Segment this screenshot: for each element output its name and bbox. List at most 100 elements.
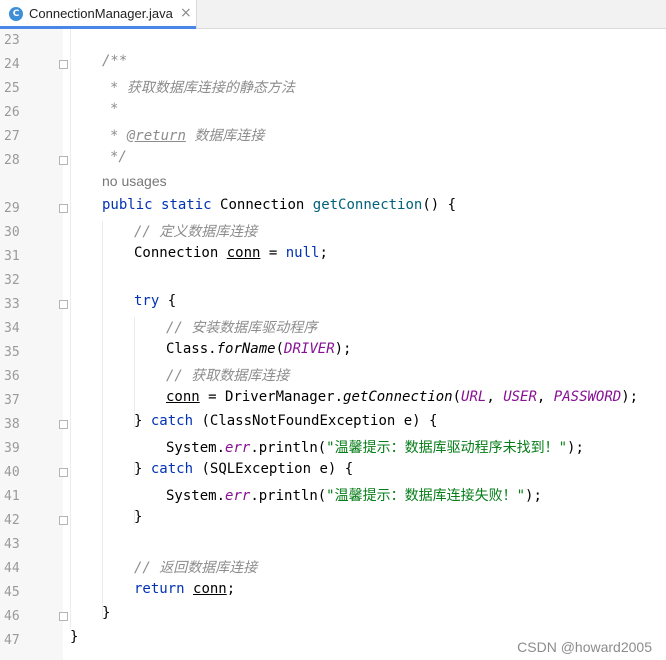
keyword: try bbox=[134, 293, 160, 309]
string-literal: "温馨提示：数据库连接失败！" bbox=[326, 488, 526, 504]
punctuation: . bbox=[208, 341, 217, 357]
keyword: public bbox=[102, 197, 153, 213]
method-call: .println( bbox=[250, 488, 327, 504]
indent-guide bbox=[70, 29, 71, 629]
code-line-30: // 定义数据库连接 bbox=[134, 224, 258, 240]
class-name: Class bbox=[166, 341, 209, 357]
code-line-42: } bbox=[134, 509, 143, 525]
code-line-40: } catch (SQLException e) { bbox=[134, 461, 353, 485]
line-number: 32 bbox=[4, 273, 20, 288]
javadoc-star: * bbox=[110, 101, 119, 117]
code-line-44: // 返回数据库连接 bbox=[134, 560, 258, 576]
line-number: 28 bbox=[4, 153, 20, 168]
keyword: null bbox=[285, 245, 320, 261]
class-name: System bbox=[166, 440, 217, 456]
punctuation: ); bbox=[334, 341, 352, 357]
line-number: 42 bbox=[4, 513, 20, 528]
line-number: 31 bbox=[4, 249, 20, 264]
close-icon[interactable]: × bbox=[180, 5, 192, 21]
line-number: 38 bbox=[4, 417, 20, 432]
punctuation: ; bbox=[319, 245, 328, 261]
javadoc-return-desc: 数据库连接 bbox=[194, 128, 265, 144]
punctuation: ); bbox=[525, 488, 542, 504]
line-number: 40 bbox=[4, 465, 20, 480]
line-number: 43 bbox=[4, 537, 20, 552]
javadoc-return-tag: @return bbox=[126, 128, 186, 144]
code-line-24: /** bbox=[102, 53, 127, 77]
catch-clause: (SQLException e) { bbox=[193, 461, 354, 477]
code-line-34: // 安装数据库驱动程序 bbox=[166, 320, 318, 336]
code-line-45: return conn; bbox=[134, 581, 235, 605]
code-line-31: Connection conn = null; bbox=[134, 245, 328, 269]
variable-conn: conn bbox=[193, 581, 227, 597]
code-line-25: * 获取数据库连接的静态方法 bbox=[110, 77, 295, 101]
watermark: CSDN @howard2005 bbox=[517, 639, 652, 655]
java-class-icon: C bbox=[9, 7, 23, 21]
code-line-47: } bbox=[70, 629, 79, 645]
editor-tab-connectionmanager[interactable]: C ConnectionManager.java × bbox=[0, 0, 197, 29]
javadoc-description: 获取数据库连接的静态方法 bbox=[126, 80, 295, 96]
punctuation: , bbox=[486, 389, 504, 405]
punctuation: ); bbox=[567, 440, 584, 456]
code-line-36: // 获取数据库连接 bbox=[166, 368, 290, 384]
line-number: 34 bbox=[4, 321, 20, 336]
line-number: 27 bbox=[4, 129, 20, 144]
punctuation: , bbox=[536, 389, 554, 405]
punctuation: () { bbox=[422, 197, 457, 213]
line-number: 25 bbox=[4, 81, 20, 96]
line-number: 24 bbox=[4, 57, 20, 72]
static-field: DRIVER bbox=[284, 341, 335, 357]
keyword: return bbox=[134, 581, 185, 597]
line-number: 45 bbox=[4, 585, 20, 600]
indent-guide bbox=[102, 221, 103, 619]
variable-conn: conn bbox=[166, 389, 200, 405]
static-field: USER bbox=[503, 389, 537, 405]
punctuation: ( bbox=[275, 341, 285, 357]
line-number: 47 bbox=[4, 633, 20, 648]
line-number: 29 bbox=[4, 201, 20, 216]
static-field: URL bbox=[461, 389, 487, 405]
static-field: PASSWORD bbox=[553, 389, 622, 405]
code-line-33: try { bbox=[134, 293, 176, 317]
punctuation: . bbox=[216, 440, 226, 456]
punctuation: . bbox=[334, 389, 344, 405]
line-number: 33 bbox=[4, 297, 20, 312]
line-number: 35 bbox=[4, 345, 20, 360]
punctuation: = bbox=[260, 245, 286, 261]
line-number: 44 bbox=[4, 561, 20, 576]
keyword: catch bbox=[150, 461, 194, 477]
variable-conn: conn bbox=[226, 245, 261, 261]
code-line-38: } catch (ClassNotFoundException e) { bbox=[134, 413, 437, 437]
method-declaration: getConnection bbox=[312, 197, 423, 213]
code-line-29: public static Connection getConnection()… bbox=[102, 197, 456, 221]
static-field: err bbox=[225, 488, 251, 504]
type-name: Connection bbox=[134, 245, 219, 261]
usages-hint[interactable]: no usages bbox=[102, 173, 167, 197]
code-editor[interactable]: /** * 获取数据库连接的静态方法 * * @return 数据库连接 */ … bbox=[63, 29, 666, 660]
line-number: 46 bbox=[4, 609, 20, 624]
javadoc-open: /** bbox=[102, 53, 128, 69]
static-field: err bbox=[225, 440, 251, 456]
punctuation: . bbox=[216, 488, 226, 504]
line-number: 36 bbox=[4, 369, 20, 384]
punctuation: ( bbox=[452, 389, 462, 405]
line-number: 23 bbox=[4, 33, 20, 48]
punctuation: = bbox=[199, 389, 226, 405]
line-number: 26 bbox=[4, 105, 20, 120]
catch-clause: (ClassNotFoundException e) { bbox=[193, 413, 438, 429]
method-call: .println( bbox=[250, 440, 327, 456]
line-number: 37 bbox=[4, 393, 20, 408]
code-line-37: conn = DriverManager.getConnection(URL, … bbox=[166, 389, 638, 413]
code-line-46: } bbox=[102, 605, 111, 621]
method-call: getConnection bbox=[343, 389, 453, 405]
javadoc-close: */ bbox=[110, 149, 127, 165]
code-line-39: System.err.println("温馨提示：数据库驱动程序未找到！"); bbox=[166, 437, 584, 461]
punctuation: ; bbox=[226, 581, 236, 597]
editor-tab-bar: C ConnectionManager.java × bbox=[0, 0, 666, 29]
class-name: System bbox=[166, 488, 217, 504]
code-line-28: */ bbox=[110, 149, 127, 173]
method-call: forName bbox=[216, 341, 276, 357]
tab-title: ConnectionManager.java bbox=[29, 6, 173, 21]
punctuation: { bbox=[159, 293, 177, 309]
code-line-27: * @return 数据库连接 bbox=[110, 125, 264, 149]
